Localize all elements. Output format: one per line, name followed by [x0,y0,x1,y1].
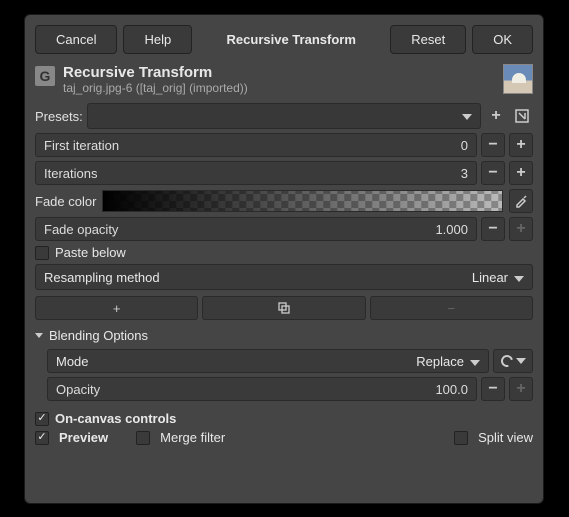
paste-below-label: Paste below [55,245,126,260]
resampling-label: Resampling method [44,270,160,285]
dialog-title-button: Recursive Transform [198,25,384,54]
iterations-value: 3 [461,166,468,181]
duplicate-icon [277,301,291,315]
on-canvas-checkbox[interactable] [35,412,49,426]
chevron-down-icon [514,276,524,282]
opacity-row: Opacity 100.0 − + [47,377,533,401]
preview-checkbox[interactable] [35,431,49,445]
reset-icon [501,355,513,367]
blending-options-header[interactable]: Blending Options [35,328,533,343]
mode-reset-button[interactable] [493,349,533,373]
header-text: Recursive Transform taj_orig.jpg-6 ([taj… [63,64,495,95]
presets-select[interactable] [87,103,481,129]
duplicate-transform-button[interactable] [202,296,365,320]
first-iteration-label: First iteration [44,138,119,153]
on-canvas-label: On-canvas controls [55,411,176,426]
chevron-down-icon [470,360,480,366]
help-button[interactable]: Help [123,25,192,54]
preview-label: Preview [59,430,108,445]
split-view-label: Split view [478,430,533,445]
opacity-plus-button[interactable]: + [509,377,533,401]
reset-button[interactable]: Reset [390,25,466,54]
mode-value: Replace [416,354,464,369]
merge-filter-checkbox[interactable] [136,431,150,445]
resampling-select[interactable]: Resampling method Linear [35,264,533,290]
minus-icon: − [448,301,456,316]
chevron-down-icon [516,358,526,364]
remove-transform-button[interactable]: − [370,296,533,320]
header-subtitle: taj_orig.jpg-6 ([taj_orig] (imported)) [63,81,495,95]
mode-label: Mode [56,354,89,369]
ok-button[interactable]: OK [472,25,533,54]
blending-options-label: Blending Options [49,328,148,343]
expand-icon [35,333,43,338]
presets-label: Presets: [35,109,83,124]
iterations-plus-button[interactable]: + [509,161,533,185]
paste-below-row: Paste below [35,245,533,260]
add-preset-icon[interactable]: + [485,105,507,127]
first-iteration-field[interactable]: First iteration 0 [35,133,477,157]
fade-opacity-row: Fade opacity 1.000 − + [35,217,533,241]
presets-row: Presets: + [35,103,533,129]
opacity-minus-button[interactable]: − [481,377,505,401]
resampling-value: Linear [472,270,508,285]
mode-select[interactable]: Mode Replace [47,349,489,373]
iterations-label: Iterations [44,166,97,181]
plus-icon: + [113,301,121,316]
opacity-value: 100.0 [435,382,468,397]
recursive-transform-dialog: Cancel Help Recursive Transform Reset OK… [24,14,544,504]
fade-opacity-plus-button[interactable]: + [509,217,533,241]
color-picker-icon[interactable] [509,189,533,213]
action-button-row: Cancel Help Recursive Transform Reset OK [35,25,533,54]
first-iteration-plus-button[interactable]: + [509,133,533,157]
paste-below-checkbox[interactable] [35,246,49,260]
fade-opacity-minus-button[interactable]: − [481,217,505,241]
image-thumbnail [503,64,533,94]
mode-row: Mode Replace [47,349,533,373]
add-transform-button[interactable]: + [35,296,198,320]
bottom-row: Preview Merge filter Split view [35,430,533,445]
fade-color-label: Fade color [35,194,96,209]
split-view-checkbox[interactable] [454,431,468,445]
cancel-button[interactable]: Cancel [35,25,117,54]
fade-color-swatch[interactable] [102,190,503,212]
header-title: Recursive Transform [63,64,495,81]
iterations-field[interactable]: Iterations 3 [35,161,477,185]
fade-opacity-field[interactable]: Fade opacity 1.000 [35,217,477,241]
transform-action-row: + − [35,296,533,320]
header: G Recursive Transform taj_orig.jpg-6 ([t… [35,64,533,95]
iterations-minus-button[interactable]: − [481,161,505,185]
gegl-icon: G [35,66,55,86]
on-canvas-row: On-canvas controls [35,411,533,426]
manage-presets-icon[interactable] [511,105,533,127]
opacity-label: Opacity [56,382,100,397]
fade-opacity-value: 1.000 [435,222,468,237]
first-iteration-row: First iteration 0 − + [35,133,533,157]
iterations-row: Iterations 3 − + [35,161,533,185]
opacity-field[interactable]: Opacity 100.0 [47,377,477,401]
fade-color-row: Fade color [35,189,533,213]
first-iteration-minus-button[interactable]: − [481,133,505,157]
merge-filter-label: Merge filter [160,430,225,445]
fade-opacity-label: Fade opacity [44,222,118,237]
first-iteration-value: 0 [461,138,468,153]
